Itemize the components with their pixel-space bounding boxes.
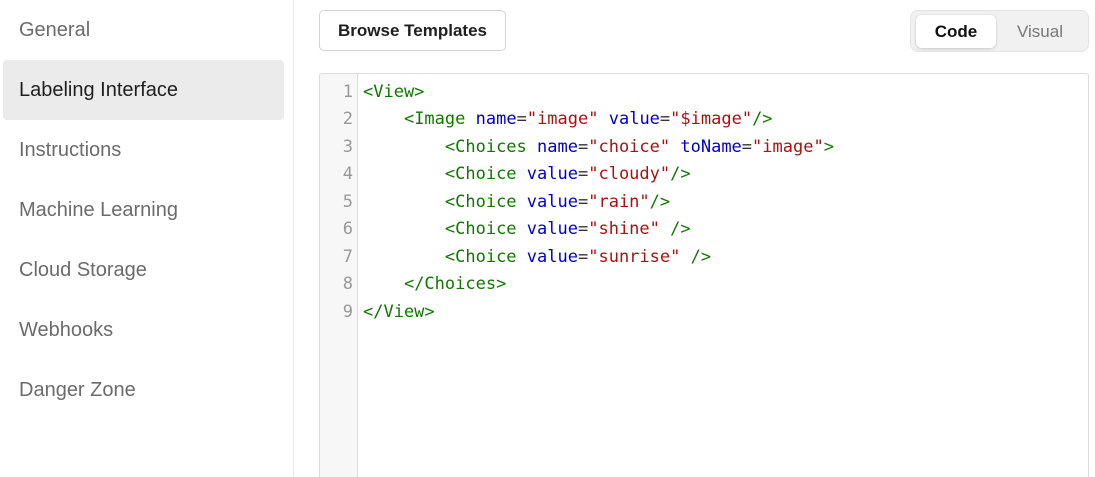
sidebar-item-label: Danger Zone	[19, 378, 136, 401]
code-token-tag: />	[752, 109, 773, 129]
line-number: 1	[342, 81, 353, 102]
code-token-tag: <Choice	[444, 191, 517, 212]
code-token-ws	[680, 247, 690, 267]
code-line: <Choices name="choice" toName="image">	[363, 134, 834, 162]
sidebar-item-webhooks[interactable]: Webhooks	[3, 300, 284, 360]
code-token-eq: =	[577, 219, 589, 239]
code-token-ws	[363, 219, 445, 239]
code-token-ws	[517, 247, 527, 267]
line-number-gutter: 1 2 3 4 5 6 7 8 9	[320, 74, 358, 477]
code-token-eq: =	[577, 164, 589, 184]
code-editor[interactable]: 123456789 <View> <Image name="image" val…	[319, 73, 1089, 477]
sidebar-item-label: General	[19, 18, 91, 41]
code-token-tag: <Choices	[444, 136, 527, 157]
code-line: <Image name="image" value="$image"/>	[363, 106, 773, 134]
code-line: <View>	[363, 79, 424, 107]
code-token-tag: </View>	[363, 301, 435, 322]
code-token-tag: <View>	[363, 81, 425, 102]
code-token-str: "sunrise"	[588, 246, 681, 267]
settings-sidebar: General Labeling Interface Instructions …	[0, 0, 294, 477]
code-token-attr: value	[608, 109, 660, 129]
code-tab[interactable]: Code	[916, 15, 996, 48]
sidebar-item-label: Labeling Interface	[19, 78, 179, 101]
code-token-ws	[670, 137, 680, 157]
sidebar-item-danger-zone[interactable]: Danger Zone	[3, 360, 284, 420]
code-token-tag: <Choice	[444, 164, 517, 184]
code-token-attr: name	[475, 109, 517, 129]
code-token-eq: =	[577, 191, 589, 212]
sidebar-item-labeling-interface[interactable]: Labeling Interface	[3, 60, 284, 120]
code-token-eq: =	[741, 136, 753, 157]
code-token-ws	[363, 192, 445, 212]
code-token-str: "$image"	[670, 109, 753, 129]
code-token-tag: />	[690, 246, 712, 267]
code-token-ws	[465, 109, 475, 129]
sidebar-item-cloud-storage[interactable]: Cloud Storage	[3, 240, 284, 300]
sidebar-item-machine-learning[interactable]: Machine Learning	[3, 180, 284, 240]
code-line: </View>	[363, 299, 435, 327]
sidebar-item-label: Machine Learning	[19, 198, 178, 221]
sidebar-item-label: Webhooks	[19, 318, 114, 341]
code-visual-toggle: Code Visual	[910, 10, 1089, 52]
code-token-str: "image"	[526, 109, 599, 129]
line-number: 7	[342, 246, 353, 267]
line-number: 3	[342, 136, 353, 157]
code-token-eq: =	[577, 136, 589, 157]
code-token-str: "image"	[752, 136, 824, 157]
code-token-ws	[598, 109, 608, 129]
code-token-tag: <Image	[403, 109, 466, 129]
code-token-tag: />	[649, 191, 671, 212]
code-token-ws	[517, 219, 527, 239]
code-token-attr: value	[526, 164, 578, 184]
browse-templates-button[interactable]: Browse Templates	[319, 10, 506, 51]
code-token-ws	[363, 274, 404, 294]
code-token-eq: =	[659, 109, 671, 129]
code-token-ws	[363, 137, 445, 157]
code-token-str: "shine"	[588, 219, 660, 239]
code-line: <Choice value="rain"/>	[363, 189, 670, 217]
sidebar-item-instructions[interactable]: Instructions	[3, 120, 284, 180]
line-number: 9	[342, 301, 353, 322]
code-token-attr: value	[526, 246, 578, 267]
line-number: 4	[342, 164, 353, 184]
code-token-tag: <Choice	[444, 246, 517, 267]
code-token-ws	[517, 164, 527, 184]
sidebar-item-general[interactable]: General	[3, 0, 284, 60]
code-line: </Choices>	[363, 271, 506, 299]
code-token-eq: =	[577, 246, 589, 267]
code-token-ws	[363, 109, 404, 129]
line-number: 5	[342, 191, 353, 212]
visual-tab[interactable]: Visual	[1003, 15, 1077, 48]
line-number: 8	[342, 274, 353, 294]
code-line: <Choice value="shine" />	[363, 216, 691, 244]
code-token-ws	[363, 164, 445, 184]
code-line: <Choice value="sunrise" />	[363, 244, 711, 272]
sidebar-item-label: Cloud Storage	[19, 258, 147, 281]
code-token-attr: value	[526, 191, 578, 212]
code-token-attr: toName	[680, 136, 742, 157]
code-token-ws	[660, 219, 670, 239]
code-token-tag: <Choice	[444, 219, 517, 239]
code-token-eq: =	[516, 109, 527, 129]
line-number: 6	[342, 219, 353, 239]
code-token-tag: />	[670, 164, 691, 184]
line-number: 2	[342, 109, 353, 129]
code-token-tag: >	[823, 136, 834, 157]
code-token-tag: </Choices>	[403, 274, 507, 294]
sidebar-item-label: Instructions	[19, 138, 122, 161]
code-token-attr: value	[526, 219, 578, 239]
code-line: <Choice value="cloudy"/>	[363, 161, 691, 189]
code-token-ws	[527, 137, 537, 157]
code-token-ws	[517, 192, 527, 212]
code-token-attr: name	[537, 136, 578, 157]
code-token-str: "cloudy"	[588, 164, 671, 184]
code-token-ws	[363, 247, 445, 267]
code-token-str: "choice"	[588, 136, 671, 157]
code-token-str: "rain"	[588, 191, 650, 212]
code-token-tag: />	[670, 219, 691, 239]
